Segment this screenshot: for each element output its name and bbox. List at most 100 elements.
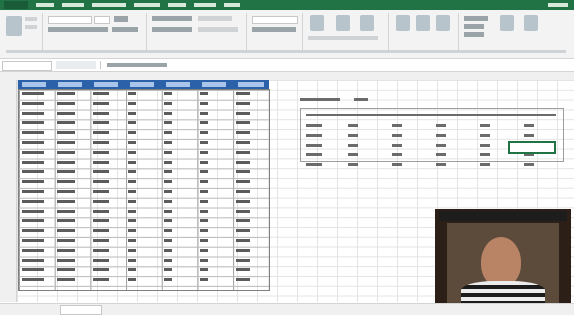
calculation-cell-mark: [480, 153, 490, 157]
sort-filter-icon[interactable]: [500, 15, 514, 31]
autosum-icon[interactable]: [464, 16, 488, 21]
clipboard-commands[interactable]: [25, 25, 37, 29]
table-cell-mark: [57, 229, 75, 233]
table-cell-mark: [128, 239, 136, 242]
ribbon: [0, 10, 574, 59]
table-cell-mark: [57, 199, 75, 203]
font-format-icons[interactable]: [48, 27, 108, 32]
calculation-cell-mark: [436, 153, 446, 157]
formula-text: [107, 63, 167, 67]
table-cell-mark: [57, 268, 75, 272]
table-cell-mark: [236, 101, 250, 105]
delete-cells-icon[interactable]: [416, 15, 430, 31]
table-cell-mark: [164, 92, 172, 95]
number-format-dropdown[interactable]: [252, 16, 298, 24]
table-cell-mark: [128, 150, 136, 154]
table-cell-mark: [236, 111, 250, 115]
formula-bar-buttons[interactable]: [56, 61, 96, 69]
table-cell-mark: [164, 121, 172, 125]
calculation-cell-mark: [392, 124, 402, 127]
ribbon-tab[interactable]: [92, 3, 126, 7]
clear-icon[interactable]: [464, 32, 484, 37]
calculation-cell-mark: [480, 163, 490, 167]
table-header-row[interactable]: [18, 80, 269, 89]
insert-cells-icon[interactable]: [396, 15, 410, 31]
table-cell-mark: [236, 160, 250, 164]
ribbon-group-divider: [42, 13, 43, 53]
format-as-table-icon[interactable]: [336, 15, 350, 31]
video-caption: [439, 211, 567, 221]
font-size-buttons[interactable]: [114, 16, 128, 22]
ribbon-tab[interactable]: [62, 3, 84, 7]
table-cell-mark: [93, 278, 109, 282]
font-name-dropdown[interactable]: [48, 16, 92, 24]
table-cell-mark: [93, 229, 109, 233]
table-cell-mark: [164, 131, 172, 135]
cell-styles-icon[interactable]: [360, 15, 374, 31]
calculation-cell-mark: [306, 153, 322, 157]
formula-input[interactable]: [100, 61, 571, 69]
data-table[interactable]: [18, 89, 270, 291]
calculation-cell-mark: [480, 133, 490, 137]
table-header-cell: [22, 82, 46, 87]
table-cell-mark: [236, 190, 250, 193]
table-cell-mark: [164, 190, 172, 193]
wrap-text-button[interactable]: [198, 16, 232, 21]
table-cell-mark: [57, 141, 75, 144]
alignment-icons[interactable]: [152, 16, 192, 21]
table-cell-mark: [128, 278, 136, 282]
table-cell-mark: [93, 141, 109, 144]
calculation-cell-mark: [392, 143, 402, 147]
table-cell-mark: [164, 278, 172, 282]
table-cell-mark: [93, 92, 109, 95]
calculation-cell-mark: [436, 124, 446, 127]
table-cell-mark: [200, 150, 208, 154]
alignment-icons[interactable]: [152, 27, 192, 32]
table-cell-mark: [164, 229, 172, 233]
calculation-cell-mark: [306, 143, 322, 147]
name-box[interactable]: [2, 61, 52, 71]
format-cells-icon[interactable]: [436, 15, 450, 31]
table-cell-mark: [128, 248, 136, 252]
row-headers[interactable]: [0, 80, 17, 302]
ribbon-tab[interactable]: [134, 3, 160, 7]
ribbon-group-divider: [458, 13, 459, 53]
table-cell-mark: [57, 278, 75, 282]
find-select-icon[interactable]: [524, 15, 538, 31]
table-cell-mark: [22, 180, 44, 184]
presenter-face: [481, 237, 521, 287]
table-cell-mark: [128, 268, 136, 272]
table-cell-mark: [93, 101, 109, 105]
table-cell-mark: [128, 190, 136, 193]
paste-icon[interactable]: [6, 16, 22, 36]
fill-icon[interactable]: [464, 24, 484, 29]
selected-cell[interactable]: [508, 141, 556, 154]
ribbon-tab[interactable]: [224, 3, 240, 7]
table-cell-mark: [200, 190, 208, 193]
clipboard-commands[interactable]: [25, 17, 37, 21]
calculation-cell-mark: [524, 133, 534, 137]
ribbon-group-divider: [388, 13, 389, 53]
table-cell-mark: [200, 219, 208, 223]
table-cell-mark: [93, 248, 109, 252]
calculation-label: [300, 98, 340, 101]
ribbon-tab[interactable]: [194, 3, 216, 7]
calculation-value: [354, 98, 368, 101]
table-cell-mark: [236, 219, 250, 223]
file-tab[interactable]: [4, 1, 28, 9]
number-format-icons[interactable]: [252, 27, 296, 32]
conditional-formatting-icon[interactable]: [310, 15, 324, 31]
font-size-dropdown[interactable]: [94, 16, 110, 24]
fill-color-icons[interactable]: [112, 27, 138, 32]
table-cell-mark: [93, 180, 109, 184]
table-cell-mark: [22, 170, 44, 174]
ribbon-tab[interactable]: [168, 3, 186, 7]
table-cell-mark: [22, 229, 44, 233]
ribbon-tab[interactable]: [36, 3, 54, 7]
table-cell-mark: [164, 180, 172, 184]
table-cell-mark: [236, 199, 250, 203]
table-cell-mark: [93, 170, 109, 174]
ribbon-tab[interactable]: [548, 3, 568, 7]
table-cell-mark: [93, 160, 109, 164]
merge-center-button[interactable]: [198, 27, 238, 32]
